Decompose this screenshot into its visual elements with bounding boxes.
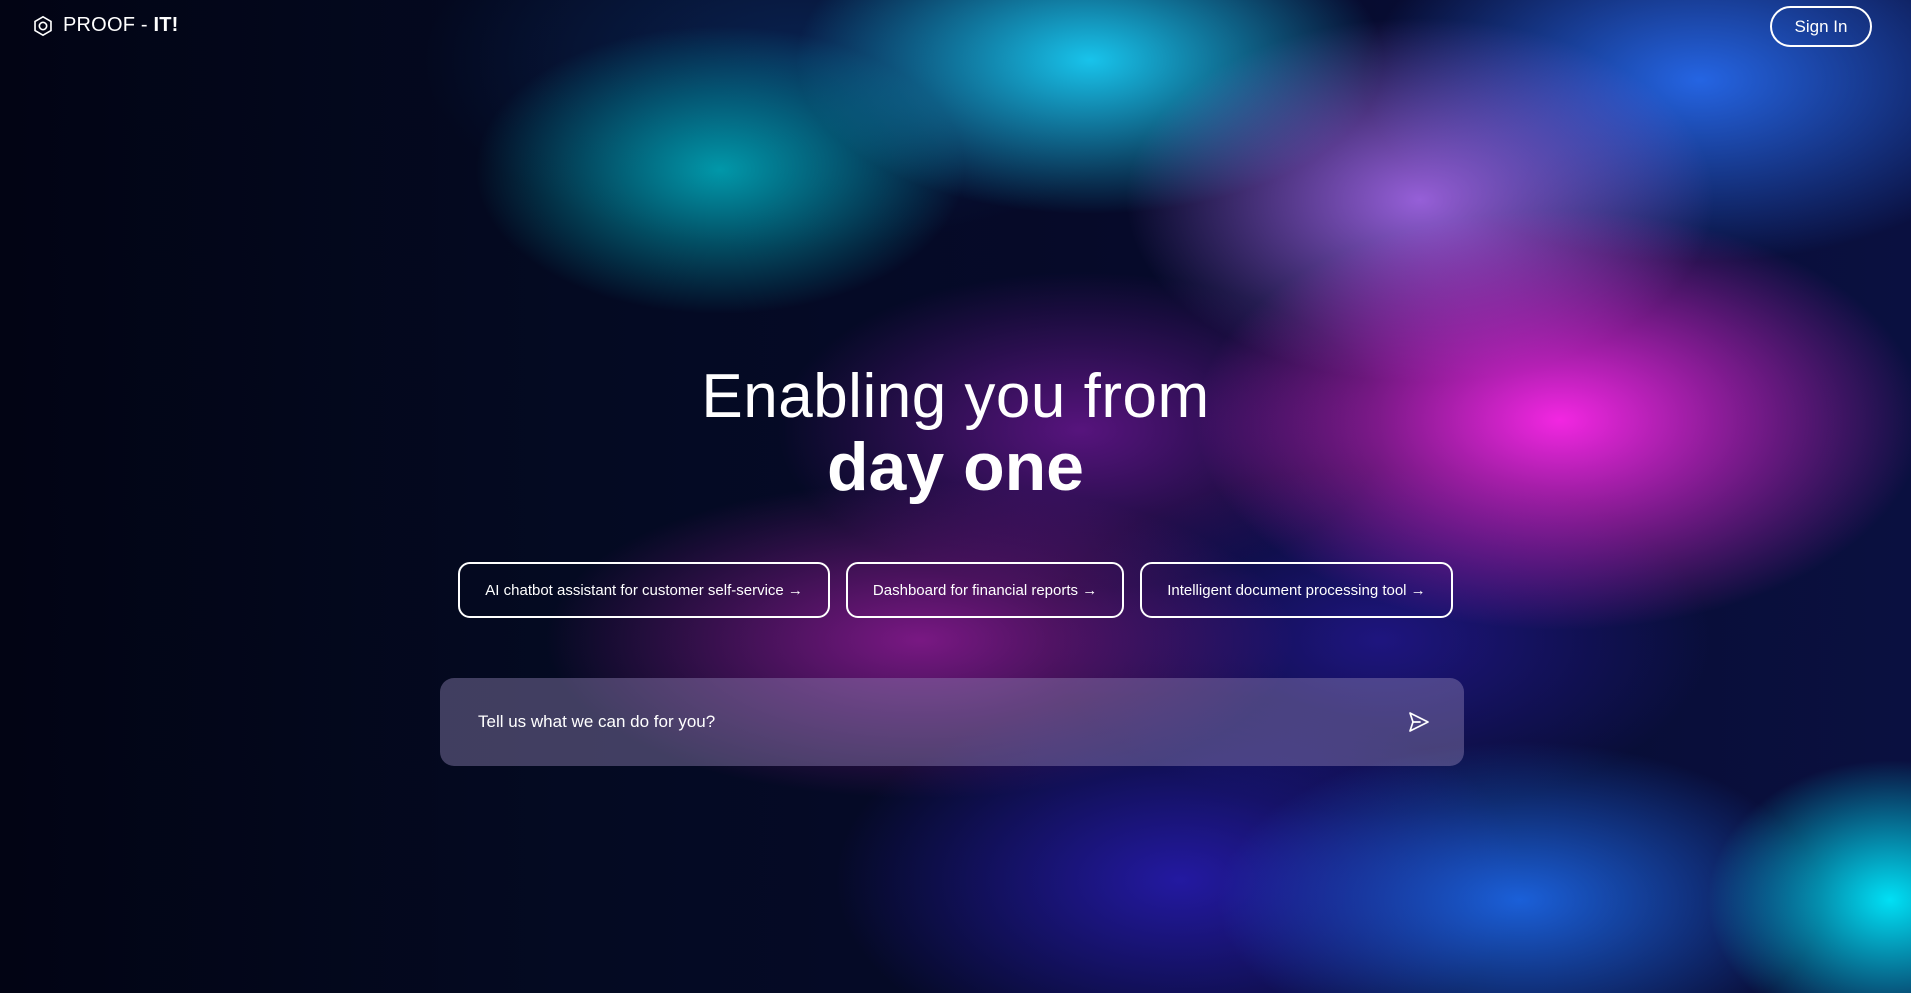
brand-name: PROOF - IT!: [63, 14, 179, 37]
prompt-box: [440, 678, 1464, 766]
brand-prefix: PROOF -: [63, 14, 154, 36]
brand-logo[interactable]: PROOF - IT!: [32, 14, 179, 37]
send-icon: [1409, 712, 1429, 732]
sign-in-button[interactable]: Sign In: [1770, 6, 1872, 47]
hero-line-2: day one: [827, 429, 1084, 505]
brand-suffix: IT!: [153, 14, 179, 36]
hero-line-1: Enabling you from: [701, 362, 1210, 431]
suggestion-dashboard-button[interactable]: Dashboard for financial reports →: [845, 562, 1125, 618]
hexagon-target-icon: [34, 15, 52, 36]
suggestion-chips: AI chatbot assistant for customer self-s…: [0, 562, 1911, 618]
suggestion-chatbot-button[interactable]: AI chatbot assistant for customer self-s…: [458, 562, 830, 618]
landing-page: PROOF - IT! Sign In Enabling you from da…: [0, 0, 1911, 993]
hero-heading: Enabling you from day one: [0, 362, 1911, 502]
send-button[interactable]: [1402, 705, 1436, 739]
prompt-input[interactable]: [476, 711, 1402, 733]
suggestion-document-processing-button[interactable]: Intelligent document processing tool →: [1140, 562, 1453, 618]
